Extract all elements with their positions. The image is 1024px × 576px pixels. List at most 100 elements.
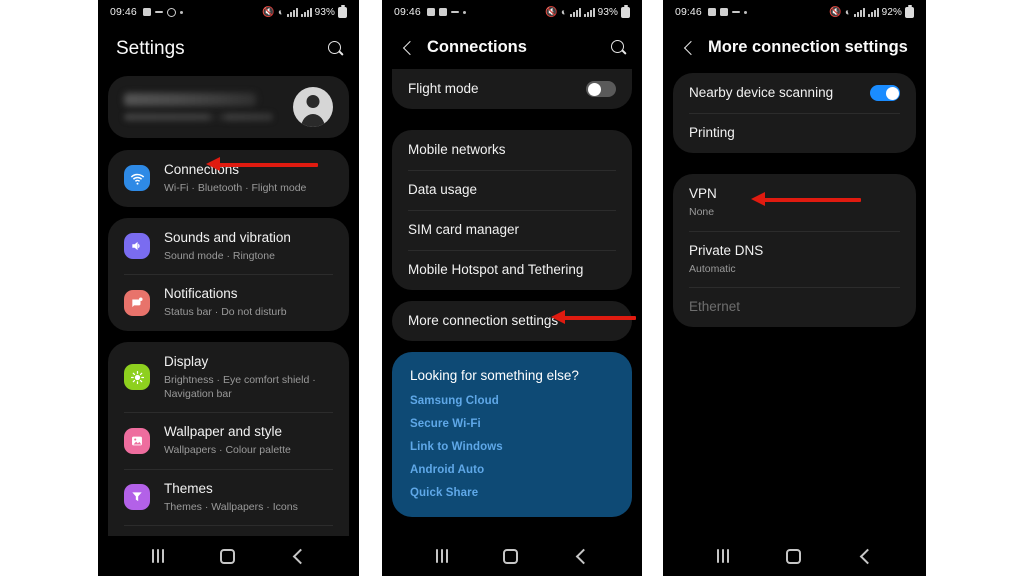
settings-row-private-dns[interactable]: Private DNS Automatic [673,230,916,288]
row-subtitle: Status bar · Do not disturb [164,306,287,319]
settings-row-themes[interactable]: Themes Themes · Wallpapers · Icons [108,468,349,526]
row-text: Wallpaper and style Wallpapers · Colour … [164,423,333,458]
page-title: More connection settings [708,38,908,56]
themes-tile-icon [124,484,150,511]
settings-row-sim-card-manager[interactable]: SIM card manager [392,210,632,250]
wifi-icon: ◐ [843,5,852,19]
dot-icon [743,10,747,14]
status-bar: 09:46 🔇 ◐ 92% [663,0,926,24]
promo-link-secure-wifi[interactable]: Secure Wi-Fi [410,418,614,430]
navigation-bar [98,536,359,576]
row-text: Display Brightness · Eye comfort shield … [164,353,333,401]
status-left-icons [707,8,747,16]
profile-text [124,93,293,121]
promo-link-android-auto[interactable]: Android Auto [410,464,614,476]
row-title: Sounds and vibration [164,229,291,245]
settings-row-connections[interactable]: Connections Wi-Fi · Bluetooth · Flight m… [108,150,349,207]
alarm-icon [438,8,447,16]
settings-row-notifications[interactable]: Notifications Status bar · Do not distur… [108,274,349,331]
row-title: Wallpaper and style [164,424,283,440]
back-icon[interactable] [291,549,305,563]
settings-row-vpn[interactable]: VPN None [673,174,916,231]
phone-screen-more-connection-settings: 09:46 🔇 ◐ 92% More connection settings N… [663,0,926,576]
recents-icon[interactable] [435,549,448,563]
settings-row-flight-mode[interactable]: Flight mode [392,69,632,109]
search-icon[interactable] [610,39,628,57]
promo-link-link-to-windows[interactable]: Link to Windows [410,441,614,453]
recents-icon[interactable] [152,549,164,563]
home-icon[interactable] [220,548,235,564]
connections-group-primary: Mobile networks Data usage SIM card mana… [392,130,632,290]
row-text: Sounds and vibration Sound mode · Ringto… [164,229,333,264]
display-tile-icon [124,364,150,391]
settings-row-nearby-device-scanning[interactable]: Nearby device scanning [673,73,916,113]
dnd-icon [731,11,740,13]
dot-icon [179,10,183,14]
wallpaper-tile-icon [124,427,150,454]
signal-icon [286,7,298,17]
row-title: Display [164,353,209,369]
page-title: Connections [427,38,527,56]
gallery-icon [707,8,716,16]
settings-group-connections: Connections Wi-Fi · Bluetooth · Flight m… [108,150,349,207]
flight-mode-toggle[interactable] [586,81,616,97]
page-title: Settings [116,38,185,59]
row-subtitle: Brightness · Eye comfort shield · Naviga… [164,373,316,400]
home-icon[interactable] [503,548,519,564]
status-bar: 09:46 🔇 ◐ 93% [98,0,359,24]
nearby-device-scanning-toggle[interactable] [870,85,900,101]
signal-bars-icon [867,7,879,17]
profile-name-redacted [124,93,256,106]
home-icon[interactable] [785,548,801,564]
mute-icon: 🔇 [261,6,275,18]
back-icon[interactable] [858,549,872,563]
back-chevron-icon[interactable] [400,40,416,56]
flight-mode-card: Flight mode [392,69,632,109]
wifi-icon: ◐ [559,5,568,19]
connections-header: Connections [382,24,642,73]
row-title: SIM card manager [408,222,520,237]
mute-icon: 🔇 [544,6,558,18]
row-text: Ethernet [689,298,900,316]
promo-card: Looking for something else? Samsung Clou… [392,352,632,517]
search-icon[interactable] [327,40,345,58]
settings-row-ethernet: Ethernet [673,287,916,327]
row-subtitle: Wallpapers · Colour palette [164,444,291,457]
dot-icon [462,10,466,14]
battery-percent: 92% [881,6,902,18]
settings-group-sound-notifications: Sounds and vibration Sound mode · Ringto… [108,217,349,331]
settings-row-data-usage[interactable]: Data usage [392,170,632,210]
row-title: Printing [689,125,735,140]
profile-card[interactable] [108,76,349,138]
status-right-icons: 🔇 ◐ 93% [261,4,347,18]
back-icon[interactable] [574,549,588,563]
settings-row-more-connection-settings[interactable]: More connection settings [392,301,632,341]
avatar[interactable] [293,87,333,127]
promo-link-samsung-cloud[interactable]: Samsung Cloud [410,395,614,407]
settings-row-mobile-networks[interactable]: Mobile networks [392,130,632,170]
row-title: Mobile networks [408,142,506,157]
row-title: Ethernet [689,299,741,315]
settings-row-display[interactable]: Display Brightness · Eye comfort shield … [108,342,349,412]
sound-tile-icon [124,232,150,259]
settings-row-wallpaper-and-style[interactable]: Wallpaper and style Wallpapers · Colour … [108,412,349,469]
signal-bars-icon [583,7,595,17]
profile-email-redacted [124,113,273,121]
battery-percent: 93% [597,6,618,18]
back-chevron-icon[interactable] [681,40,697,56]
settings-row-sounds-and-vibration[interactable]: Sounds and vibration Sound mode · Ringto… [108,218,349,275]
row-title: Themes [164,480,213,496]
row-text: Flight mode [408,80,586,98]
row-title: Data usage [408,182,478,197]
settings-row-mobile-hotspot-and-tethering[interactable]: Mobile Hotspot and Tethering [392,250,632,290]
status-right-icons: 🔇 ◐ 92% [829,4,914,19]
settings-row-printing[interactable]: Printing [673,113,916,153]
promo-link-quick-share[interactable]: Quick Share [410,487,614,499]
battery-percent: 93% [314,6,335,18]
row-text: More connection settings [408,312,616,330]
row-title: Mobile Hotspot and Tethering [408,262,584,277]
row-subtitle: Automatic [689,262,736,275]
recents-icon[interactable] [717,549,730,563]
battery-icon [905,4,914,18]
